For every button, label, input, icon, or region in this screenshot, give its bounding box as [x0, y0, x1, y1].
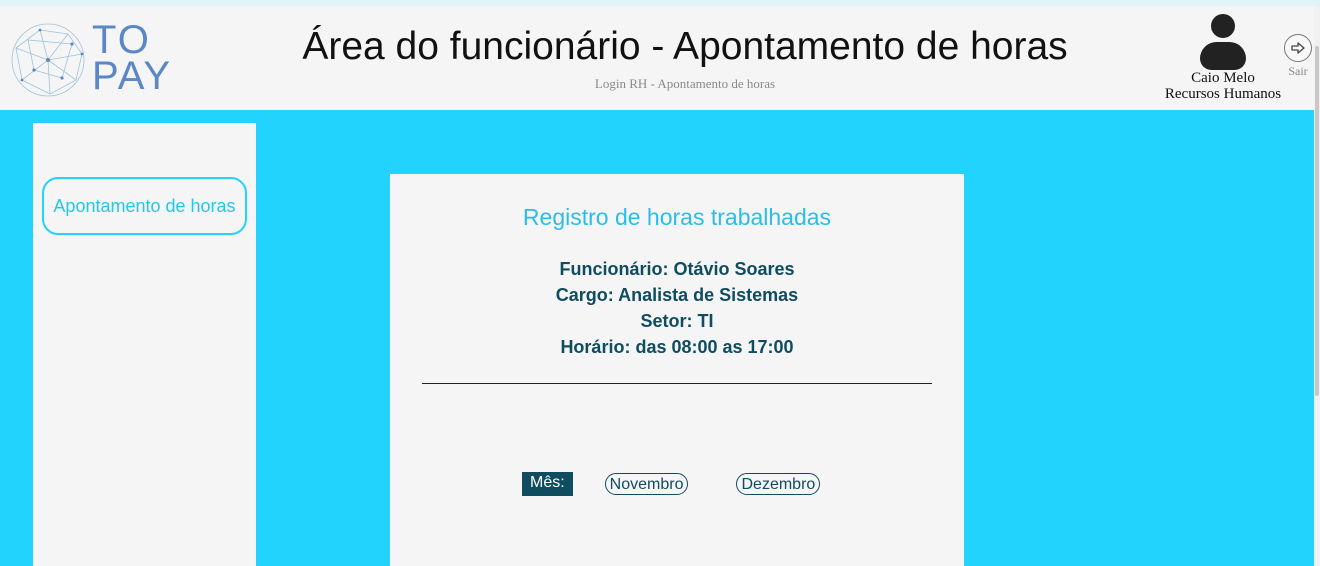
- sidebar: Apontamento de horas: [33, 123, 256, 566]
- logo-line-2: PAY: [92, 54, 173, 98]
- month-button-dezembro[interactable]: Dezembro: [736, 473, 821, 495]
- page-breadcrumb: Login RH - Apontamento de horas: [594, 76, 776, 91]
- employee-schedule: Horário: das 08:00 as 17:00: [560, 337, 794, 357]
- network-globe-icon: [11, 23, 85, 97]
- month-label: Mês:: [522, 472, 573, 496]
- sidebar-item-apontamento-de-horas[interactable]: Apontamento de horas: [42, 177, 247, 235]
- employee-info: Funcionário: Otávio Soares Cargo: Analis…: [390, 256, 964, 360]
- scrollbar-thumb[interactable]: [1315, 46, 1319, 396]
- app-header: TO PAY Área do funcionário - Apontamento…: [0, 6, 1320, 110]
- logout-button[interactable]: Sair: [1282, 34, 1314, 79]
- page-scrollbar[interactable]: [1314, 6, 1320, 566]
- divider: [422, 383, 932, 384]
- page-title: Área do funcionário - Apontamento de hor…: [302, 25, 1068, 68]
- logout-label: Sair: [1288, 64, 1308, 78]
- user-avatar-icon: [1200, 14, 1246, 70]
- card-title: Registro de horas trabalhadas: [522, 204, 832, 230]
- logo-text: TO PAY: [92, 18, 173, 98]
- employee-sector: Setor: TI: [640, 311, 714, 331]
- month-button-novembro[interactable]: Novembro: [604, 473, 689, 495]
- logo-line-1: TO: [92, 18, 151, 62]
- logout-arrow-icon: [1284, 34, 1312, 62]
- user-profile[interactable]: Caio Melo Recursos Humanos: [1156, 14, 1290, 102]
- user-role: Recursos Humanos: [1164, 86, 1282, 102]
- employee-role: Cargo: Analista de Sistemas: [555, 285, 799, 305]
- hours-record-card: Registro de horas trabalhadas Funcionári…: [390, 174, 964, 566]
- month-selector: Mês: Novembro Dezembro: [522, 472, 821, 496]
- employee-name: Funcionário: Otávio Soares: [559, 259, 795, 279]
- user-name: Caio Melo: [1191, 70, 1255, 86]
